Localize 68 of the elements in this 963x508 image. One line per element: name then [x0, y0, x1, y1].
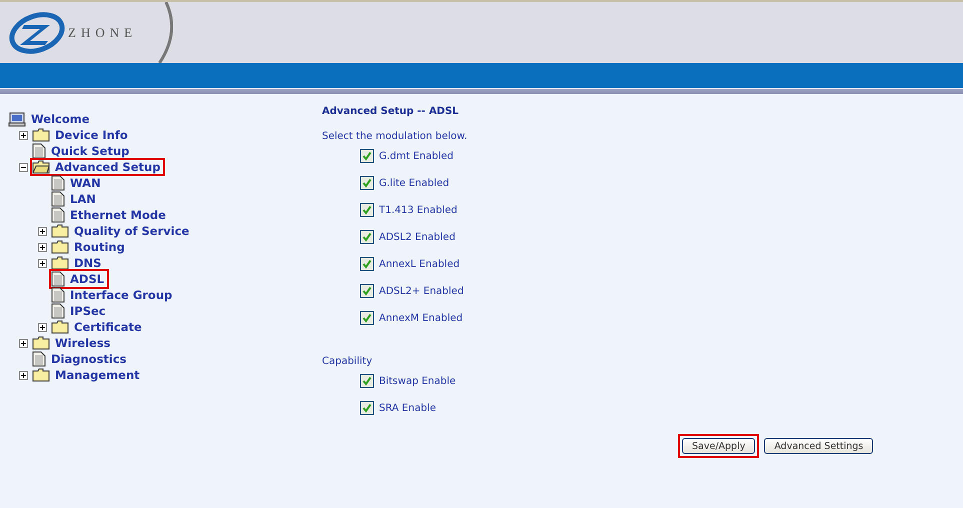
- checkbox[interactable]: [360, 401, 374, 415]
- tree-item[interactable]: Diagnostics: [48, 350, 130, 368]
- tree-item[interactable]: Device Info: [52, 126, 131, 144]
- tree-item[interactable]: WAN: [67, 174, 104, 192]
- tree-item[interactable]: LAN: [67, 190, 99, 208]
- tree-item[interactable]: Ethernet Mode: [67, 206, 169, 224]
- document-icon: [51, 271, 65, 287]
- document-icon: [32, 143, 46, 159]
- checkbox-label: ADSL2+ Enabled: [379, 286, 464, 296]
- expand-icon[interactable]: [38, 322, 46, 332]
- checkbox-label: ADSL2 Enabled: [379, 232, 456, 242]
- expand-icon[interactable]: [38, 258, 46, 268]
- checkbox-label: SRA Enable: [379, 402, 436, 414]
- document-icon: [51, 175, 65, 191]
- document-icon: [51, 303, 65, 319]
- checkbox[interactable]: [360, 284, 374, 298]
- document-icon: [51, 287, 65, 303]
- checkbox[interactable]: [360, 176, 374, 190]
- tree-item[interactable]: Welcome: [28, 110, 93, 128]
- expand-icon[interactable]: [18, 130, 28, 140]
- expand-icon[interactable]: [38, 242, 46, 252]
- tree-item[interactable]: Advanced Setup: [52, 158, 164, 176]
- section-text: Select the modulation below.: [322, 131, 468, 142]
- checkbox-label: AnnexM Enabled: [379, 312, 463, 324]
- open-folder-icon: [32, 160, 50, 174]
- collapse-icon[interactable]: [18, 162, 28, 172]
- folder-icon: [32, 128, 50, 142]
- action-button[interactable]: Advanced Settings: [764, 438, 874, 454]
- tree-item[interactable]: Certificate: [71, 318, 145, 336]
- folder-icon: [51, 320, 69, 334]
- logo-text: ZHONE: [68, 24, 138, 40]
- logo-icon: [8, 12, 66, 54]
- folder-icon: [32, 368, 50, 382]
- section-heading: Capability: [322, 356, 374, 367]
- header-curve: [158, 2, 173, 63]
- document-icon: [51, 207, 65, 223]
- checkbox[interactable]: [360, 230, 374, 244]
- checkbox-label: G.dmt Enabled: [379, 150, 454, 162]
- checkbox[interactable]: [360, 311, 374, 325]
- page-title: Advanced Setup -- ADSL: [322, 106, 460, 117]
- folder-icon: [51, 240, 69, 254]
- tree-item[interactable]: Wireless: [52, 334, 114, 352]
- expand-icon[interactable]: [38, 226, 46, 236]
- checkbox[interactable]: [360, 374, 374, 388]
- tree-item[interactable]: Interface Group: [67, 286, 176, 304]
- checkbox-label: Bitswap Enable: [379, 376, 456, 386]
- tree-item[interactable]: Management: [52, 366, 143, 384]
- checkbox-label: AnnexL Enabled: [379, 258, 460, 270]
- tree-item[interactable]: Quick Setup: [48, 142, 132, 160]
- tree-item[interactable]: Routing: [71, 238, 128, 256]
- checkbox[interactable]: [360, 257, 374, 271]
- checkbox[interactable]: [360, 149, 374, 163]
- computer-icon: [8, 112, 26, 126]
- tree-item[interactable]: ADSL: [67, 270, 108, 288]
- expand-icon[interactable]: [18, 370, 28, 380]
- folder-icon: [32, 336, 50, 350]
- tree-item[interactable]: DNS: [71, 254, 104, 272]
- folder-icon: [51, 224, 69, 238]
- tree-item[interactable]: IPSec: [67, 302, 109, 320]
- action-button[interactable]: Save/Apply: [682, 438, 756, 454]
- expand-icon[interactable]: [18, 338, 28, 348]
- checkbox-label: G.lite Enabled: [379, 178, 450, 188]
- checkbox[interactable]: [360, 203, 374, 217]
- document-icon: [51, 191, 65, 207]
- tree-item[interactable]: Quality of Service: [71, 222, 192, 240]
- document-icon: [32, 351, 46, 367]
- folder-icon: [51, 256, 69, 270]
- checkbox-label: T1.413 Enabled: [379, 204, 458, 216]
